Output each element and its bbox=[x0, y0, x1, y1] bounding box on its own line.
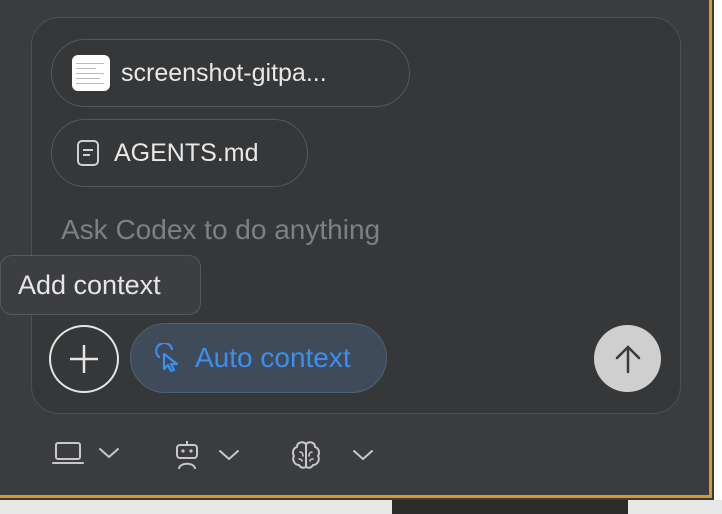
plus-icon bbox=[70, 345, 98, 373]
chevron-down-icon bbox=[219, 450, 239, 460]
add-context-tooltip: Add context bbox=[0, 255, 201, 315]
send-button[interactable] bbox=[594, 325, 661, 392]
pointer-click-icon bbox=[155, 343, 183, 373]
prompt-input[interactable]: Ask Codex to do anything bbox=[61, 214, 380, 246]
image-thumbnail-icon bbox=[72, 55, 110, 91]
background-window-edge bbox=[714, 0, 722, 500]
attachment-chip-image[interactable]: screenshot-gitpa... bbox=[51, 39, 410, 107]
document-icon bbox=[76, 139, 100, 167]
attachment-name: AGENTS.md bbox=[114, 138, 259, 167]
add-context-button[interactable] bbox=[49, 325, 119, 393]
chevron-down-icon bbox=[353, 450, 373, 460]
brain-icon bbox=[292, 441, 320, 469]
environment-selector[interactable] bbox=[52, 440, 120, 466]
auto-context-label: Auto context bbox=[195, 342, 351, 373]
auto-context-button[interactable]: Auto context bbox=[130, 323, 387, 393]
reasoning-selector[interactable] bbox=[290, 440, 374, 470]
arrow-up-icon bbox=[615, 345, 640, 373]
attachment-name: screenshot-gitpa... bbox=[121, 58, 327, 87]
agent-mode-selector[interactable] bbox=[172, 440, 240, 470]
attachment-chip-file[interactable]: AGENTS.md bbox=[51, 119, 308, 187]
laptop-icon bbox=[52, 442, 84, 464]
background-taskbar-edge bbox=[0, 500, 722, 514]
chevron-down-icon bbox=[99, 448, 119, 458]
robot-icon bbox=[176, 441, 198, 470]
